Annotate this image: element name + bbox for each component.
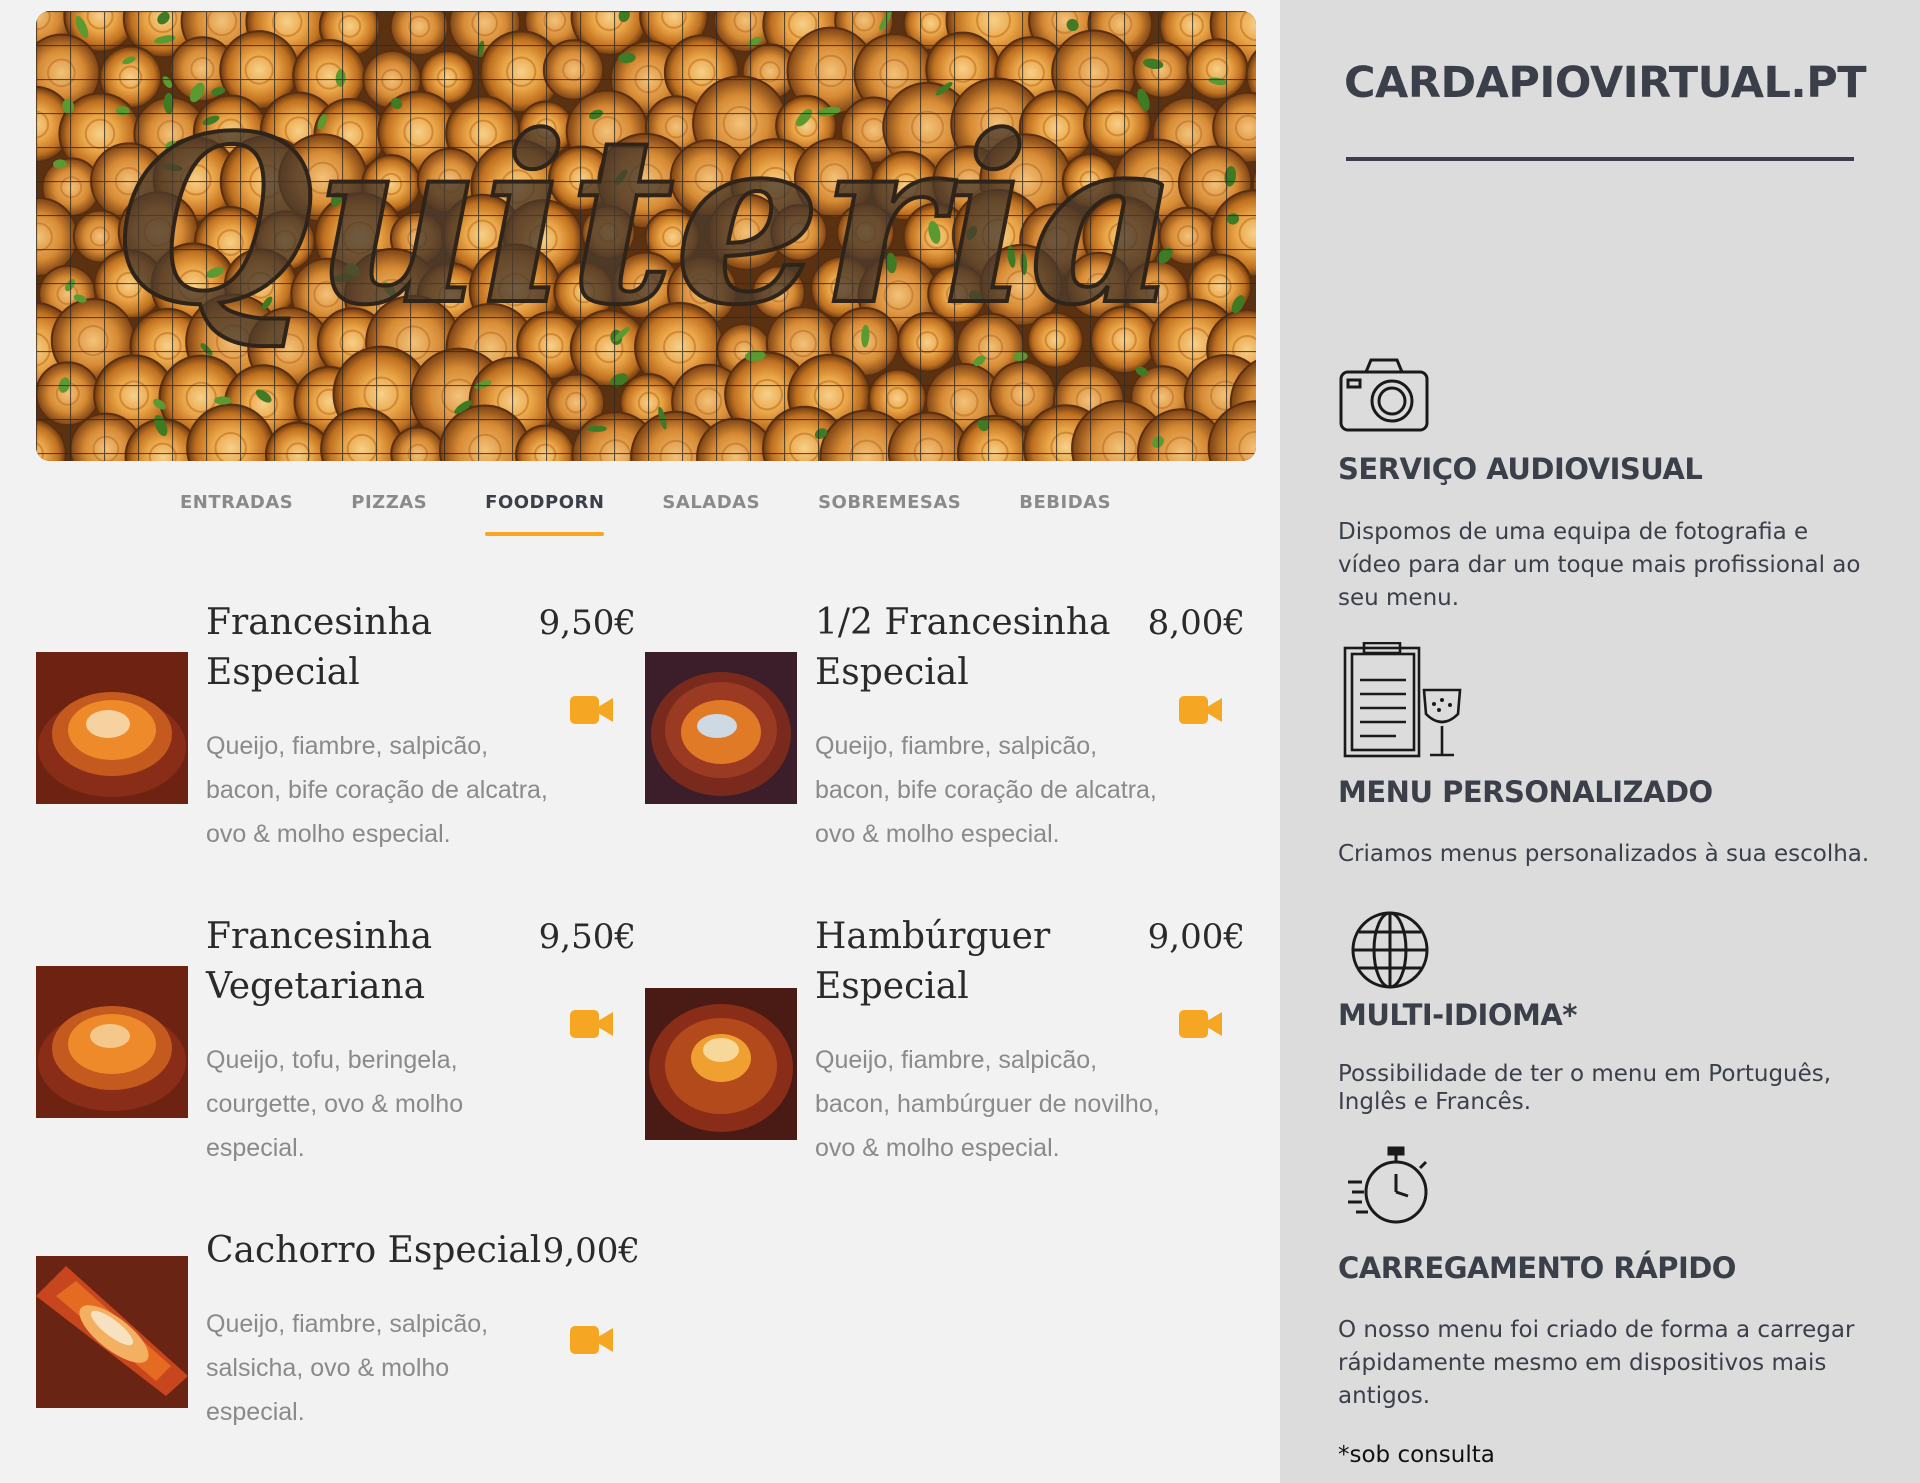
dish-price: 9,50€ (538, 917, 636, 957)
dish-description: Queijo, fiambre, salpicão, bacon, bife c… (206, 732, 548, 848)
dish-name: Francesinha Especial (206, 602, 433, 693)
feature-title: CARREGAMENTO RÁPIDO (1338, 1251, 1736, 1285)
footnote: *sob consulta (1338, 1442, 1495, 1468)
dish-photo[interactable] (645, 988, 797, 1140)
dish-name: Hambúrguer Especial (815, 916, 1051, 1007)
camera-icon (1339, 358, 1429, 432)
clipboard-wine-icon (1343, 642, 1462, 758)
stopwatch-icon (1348, 1146, 1428, 1224)
site-title: CARDAPIOVIRTUAL.PT (1344, 58, 1867, 108)
dish-price: 9,00€ (1147, 917, 1245, 957)
category-tabs: ENTRADAS PIZZAS FOODPORN SALADAS SOBREME… (180, 488, 1169, 538)
video-camera-icon[interactable] (570, 1009, 614, 1039)
dish-description: Queijo, fiambre, salpicão, salsicha, ovo… (206, 1310, 489, 1426)
dish-photo[interactable] (36, 652, 188, 804)
menu-item[interactable]: Francesinha Especial 9,50€ Queijo, fiamb… (36, 598, 636, 898)
feature-text: Dispomos de uma equipa de fotografia e v… (1338, 519, 1861, 611)
menu-item[interactable]: 1/2 Francesinha Especial 8,00€ Queijo, f… (645, 598, 1245, 898)
video-camera-icon[interactable] (1179, 1009, 1223, 1039)
dish-price: 9,00€ (542, 1231, 640, 1271)
menu-item[interactable]: Cachorro Especial 9,00€ Queijo, fiambre,… (36, 1226, 640, 1483)
dish-name: Cachorro Especial (206, 1230, 542, 1271)
tab-bebidas[interactable]: BEBIDAS (1019, 488, 1111, 538)
dish-name: 1/2 Francesinha Especial (815, 602, 1111, 693)
dish-description: Queijo, fiambre, salpicão, bacon, bife c… (815, 732, 1157, 848)
menu-item[interactable]: Francesinha Vegetariana 9,50€ Queijo, to… (36, 912, 636, 1212)
dish-description: Queijo, fiambre, salpicão, bacon, hambúr… (815, 1046, 1160, 1162)
dish-name: Francesinha Vegetariana (206, 916, 433, 1007)
feature-text: Possibilidade de ter o menu em Português… (1338, 1061, 1832, 1115)
menu-item[interactable]: Hambúrguer Especial 9,00€ Queijo, fiambr… (645, 912, 1245, 1212)
sidebar: CARDAPIOVIRTUAL.PT SERVIÇO AUDIOVISUAL D… (1280, 0, 1920, 1483)
feature-text: Criamos menus personalizados à sua escol… (1338, 841, 1870, 867)
video-camera-icon[interactable] (570, 695, 614, 725)
video-camera-icon[interactable] (570, 1325, 614, 1355)
menu-panel: Quiteria ENTRADAS PIZZAS FOODPORN SALADA… (0, 0, 1280, 1483)
tab-foodporn[interactable]: FOODPORN (485, 488, 605, 538)
dish-photo[interactable] (36, 1256, 188, 1408)
tab-pizzas[interactable]: PIZZAS (351, 488, 427, 538)
tab-entradas[interactable]: ENTRADAS (180, 488, 293, 538)
restaurant-banner: Quiteria (36, 11, 1256, 461)
dish-description: Queijo, tofu, beringela, courgette, ovo … (206, 1046, 464, 1162)
dish-photo[interactable] (645, 652, 797, 804)
tab-sobremesas[interactable]: SOBREMESAS (818, 488, 961, 538)
video-camera-icon[interactable] (1179, 695, 1223, 725)
title-divider (1346, 157, 1854, 161)
feature-title: MENU PERSONALIZADO (1338, 775, 1713, 809)
feature-text: O nosso menu foi criado de forma a carre… (1338, 1317, 1855, 1409)
globe-icon (1351, 911, 1429, 989)
feature-title: SERVIÇO AUDIOVISUAL (1338, 452, 1703, 486)
dish-price: 9,50€ (538, 603, 636, 643)
dish-price: 8,00€ (1147, 603, 1245, 643)
tab-saladas[interactable]: SALADAS (662, 488, 760, 538)
dish-photo[interactable] (36, 966, 188, 1118)
banner-sign: Quiteria (113, 86, 1178, 356)
feature-title: MULTI-IDIOMA* (1338, 998, 1577, 1032)
